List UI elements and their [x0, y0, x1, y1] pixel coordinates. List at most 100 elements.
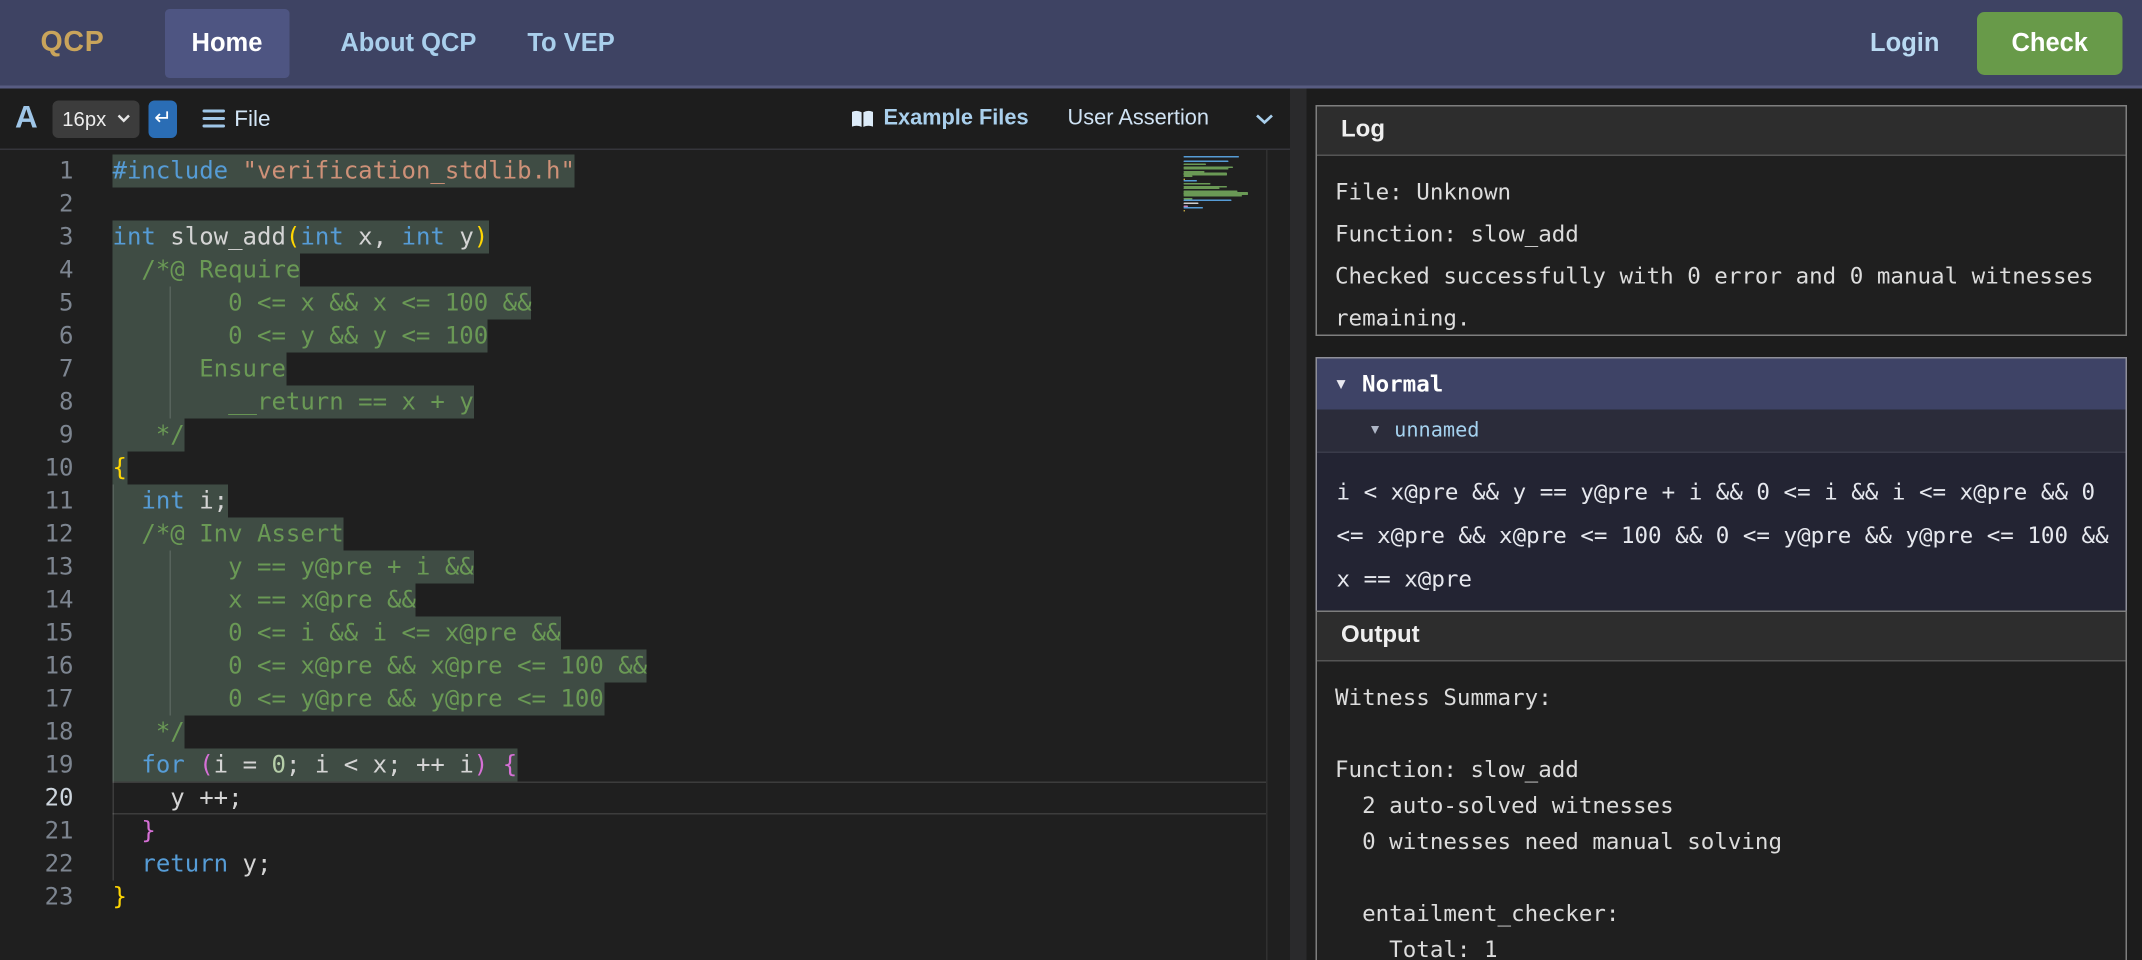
minimap-line [1184, 176, 1193, 178]
top-nav: QCP Home About QCP To VEP Login Check [0, 0, 2142, 89]
panel-resizer[interactable] [1290, 89, 1307, 960]
line-number: 20 [0, 782, 113, 815]
assertion-formula: i < x@pre && y == y@pre + i && 0 <= i &&… [1317, 453, 2126, 623]
log-panel: Log File: UnknownFunction: slow_addCheck… [1316, 105, 2128, 336]
minimap-line [1184, 200, 1232, 202]
code-line-20[interactable]: 20 y ++; [0, 782, 1293, 815]
nav-tabs: Home About QCP To VEP [105, 8, 615, 77]
line-number: 22 [0, 848, 113, 881]
line-number: 8 [0, 386, 113, 419]
line-number: 4 [0, 254, 113, 287]
minimap-line [1184, 188, 1220, 190]
code-line-3[interactable]: 3int slow_add(int x, int y) [0, 221, 1293, 254]
code-line-8[interactable]: 8 __return == x + y [0, 386, 1293, 419]
line-number: 23 [0, 881, 113, 914]
minimap-line [1184, 183, 1212, 185]
minimap-line [1184, 163, 1206, 165]
code-line-17[interactable]: 17 0 <= y@pre && y@pre <= 100 [0, 683, 1293, 716]
minimap[interactable] [1184, 156, 1262, 212]
line-number: 12 [0, 518, 113, 551]
code-line-12[interactable]: 12 /*@ Inv Assert [0, 518, 1293, 551]
app-window: QCP HomeAbout QCPTo VEP Login Check A 16… [0, 0, 2142, 960]
code-line-23[interactable]: 23} [0, 881, 1293, 914]
line-number: 1 [0, 155, 113, 188]
minimap-line [1184, 207, 1203, 209]
line-number: 7 [0, 353, 113, 386]
code-line-19[interactable]: 19 for (i = 0; i < x; ++ i) { [0, 749, 1293, 782]
code-line-7[interactable]: 7 Ensure [0, 353, 1293, 386]
collapse-triangle-icon[interactable]: ▼ [1337, 376, 1346, 393]
line-number: 3 [0, 221, 113, 254]
code-line-9[interactable]: 9 */ [0, 419, 1293, 452]
indent-guide [113, 485, 115, 881]
code-line-6[interactable]: 6 0 <= y && y <= 100 [0, 320, 1293, 353]
line-number: 10 [0, 452, 113, 485]
unnamed-subsection-header[interactable]: ▼ unnamed [1317, 410, 2126, 454]
user-assertion-select[interactable]: User Assertion [1068, 107, 1274, 131]
indent-guide [170, 287, 172, 419]
minimap-line [1184, 195, 1243, 197]
code-line-21[interactable]: 21 } [0, 815, 1293, 848]
code-line-16[interactable]: 16 0 <= x@pre && x@pre <= 100 && [0, 650, 1293, 683]
output-line: Function: slow_add [1335, 752, 2108, 788]
chevron-down-icon [1256, 113, 1274, 124]
minimap-line [1184, 180, 1198, 182]
font-size-select[interactable]: 16px [53, 100, 140, 138]
code-line-1[interactable]: 1#include "verification_stdlib.h" [0, 155, 1293, 188]
code-line-11[interactable]: 11 int i; [0, 485, 1293, 518]
word-wrap-button[interactable]: ↵ [149, 100, 178, 138]
code-editor[interactable]: 1#include "verification_stdlib.h"23int s… [0, 150, 1293, 960]
output-panel: Output Witness Summary:Function: slow_ad… [1316, 611, 2128, 960]
editor-scrollbar[interactable] [1266, 150, 1292, 960]
normal-section-title: Normal [1362, 371, 1443, 398]
minimap-line [1184, 156, 1239, 158]
log-lines: File: UnknownFunction: slow_addChecked s… [1317, 156, 2126, 354]
line-number: 14 [0, 584, 113, 617]
line-number: 17 [0, 683, 113, 716]
nav-tab-home[interactable]: Home [165, 8, 290, 77]
code-line-4[interactable]: 4 /*@ Require [0, 254, 1293, 287]
line-number: 15 [0, 617, 113, 650]
collapse-triangle-icon[interactable]: ▼ [1371, 423, 1379, 438]
output-line: entailment_checker: [1335, 896, 2108, 932]
minimap-line [1184, 202, 1200, 204]
code-line-22[interactable]: 22 return y; [0, 848, 1293, 881]
code-line-15[interactable]: 15 0 <= i && i <= x@pre && [0, 617, 1293, 650]
code-line-5[interactable]: 5 0 <= x && x <= 100 && [0, 287, 1293, 320]
output-line: Witness Summary: [1335, 680, 2108, 716]
example-files-button[interactable]: Example Files [850, 107, 1028, 131]
line-number: 6 [0, 320, 113, 353]
log-line: Checked successfully with 0 error and 0 … [1335, 255, 2108, 339]
line-number: 2 [0, 188, 113, 221]
brand-logo[interactable]: QCP [41, 26, 105, 59]
chevron-down-icon [117, 114, 131, 123]
file-menu-button[interactable]: File [203, 106, 271, 132]
code-line-14[interactable]: 14 x == x@pre && [0, 584, 1293, 617]
line-number: 13 [0, 551, 113, 584]
code-line-10[interactable]: 10{ [0, 452, 1293, 485]
minimap-line [1184, 161, 1229, 163]
line-number: 11 [0, 485, 113, 518]
log-panel-title: Log [1341, 117, 1385, 144]
code-line-2[interactable]: 2 [0, 188, 1293, 221]
output-line: 0 witnesses need manual solving [1335, 824, 2108, 860]
code-line-13[interactable]: 13 y == y@pre + i && [0, 551, 1293, 584]
line-number: 5 [0, 287, 113, 320]
output-line: Total: 1 [1335, 932, 2108, 960]
line-number: 21 [0, 815, 113, 848]
normal-section-header[interactable]: ▼ Normal [1317, 359, 2126, 410]
assertion-block: ▼ Normal ▼ unnamed i < x@pre && y == y@p… [1316, 357, 2128, 624]
nav-tab-to-vep[interactable]: To VEP [527, 8, 614, 77]
font-size-icon[interactable]: A [15, 101, 38, 137]
file-menu-label: File [234, 106, 270, 132]
example-files-label: Example Files [883, 107, 1028, 131]
check-button[interactable]: Check [1977, 11, 2123, 74]
line-number: 16 [0, 650, 113, 683]
nav-tab-about-qcp[interactable]: About QCP [340, 8, 476, 77]
unnamed-subsection-title: unnamed [1394, 419, 1479, 443]
output-line: 2 auto-solved witnesses [1335, 788, 2108, 824]
login-button[interactable]: Login [1870, 28, 1939, 58]
code-line-18[interactable]: 18 */ [0, 716, 1293, 749]
code-lines: 1#include "verification_stdlib.h"23int s… [0, 150, 1293, 914]
user-assertion-value: User Assertion [1068, 107, 1209, 131]
